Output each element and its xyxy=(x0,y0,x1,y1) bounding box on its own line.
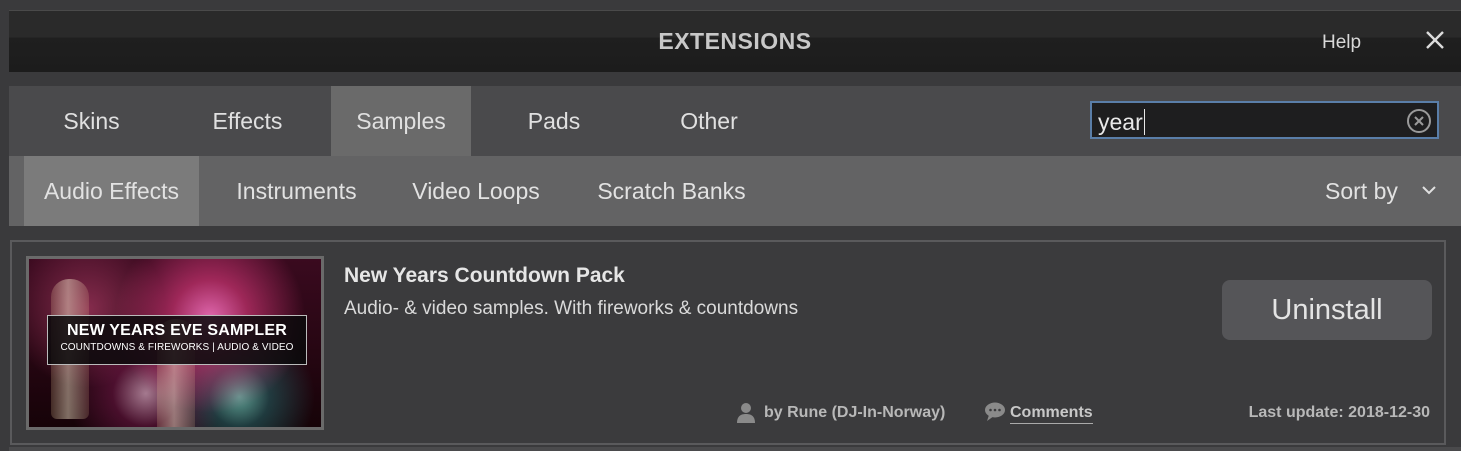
extension-description: Audio- & video samples. With fireworks &… xyxy=(344,298,799,319)
extension-title: New Years Countdown Pack xyxy=(344,264,625,287)
subtab-video-loops[interactable]: Video Loops xyxy=(401,156,551,226)
speech-bubble-icon xyxy=(985,402,1005,421)
subtab-instruments[interactable]: Instruments xyxy=(219,156,374,226)
text-caret xyxy=(1143,109,1145,135)
clear-circle-icon[interactable] xyxy=(1406,108,1432,134)
window-title: EXTENSIONS xyxy=(658,28,812,54)
thumbnail-subtitle: COUNTDOWNS & FIREWORKS | AUDIO & VIDEO xyxy=(60,342,294,353)
subtab-scratch-banks[interactable]: Scratch Banks xyxy=(584,156,759,226)
tab-effects[interactable]: Effects xyxy=(185,86,310,156)
extension-thumbnail: NEW YEARS EVE SAMPLER COUNTDOWNS & FIREW… xyxy=(26,256,324,430)
list-bottom-edge xyxy=(9,447,1461,451)
extensions-window: EXTENSIONS Help Skins Effects Samples Pa… xyxy=(0,0,1461,451)
title-bar: EXTENSIONS Help xyxy=(9,10,1461,72)
subcategory-tabs: Audio Effects Instruments Video Loops Sc… xyxy=(9,156,1461,226)
sort-by-dropdown[interactable]: Sort by xyxy=(1325,156,1398,226)
subtab-audio-effects[interactable]: Audio Effects xyxy=(24,156,199,226)
uninstall-button[interactable]: Uninstall xyxy=(1222,280,1432,340)
author-name: by Rune (DJ-In-Norway) xyxy=(764,404,946,421)
tab-skins[interactable]: Skins xyxy=(29,86,154,156)
person-icon xyxy=(737,403,755,423)
chevron-down-icon[interactable] xyxy=(1421,184,1437,196)
thumbnail-banner: NEW YEARS EVE SAMPLER COUNTDOWNS & FIREW… xyxy=(47,315,307,365)
close-icon[interactable] xyxy=(1423,28,1447,52)
tab-other[interactable]: Other xyxy=(649,86,769,156)
help-link[interactable]: Help xyxy=(1322,32,1361,54)
comments-label[interactable]: Comments xyxy=(1010,404,1093,424)
last-update: Last update: 2018-12-30 xyxy=(1248,404,1430,421)
thumbnail-title: NEW YEARS EVE SAMPLER xyxy=(67,322,287,339)
search-input[interactable]: year xyxy=(1090,101,1439,139)
extension-card[interactable]: NEW YEARS EVE SAMPLER COUNTDOWNS & FIREW… xyxy=(10,240,1446,445)
search-value: year xyxy=(1098,109,1143,135)
tab-samples[interactable]: Samples xyxy=(331,86,471,156)
tab-pads[interactable]: Pads xyxy=(495,86,613,156)
